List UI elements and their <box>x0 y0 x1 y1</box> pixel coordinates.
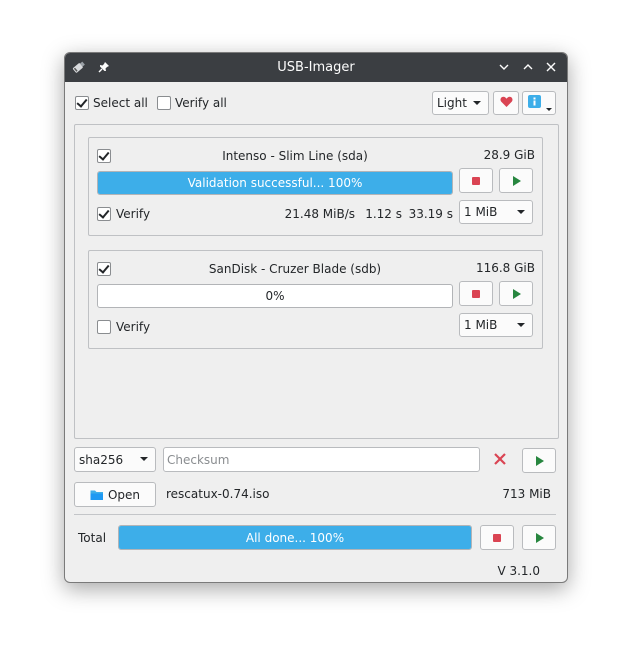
checksum-input[interactable] <box>163 447 480 472</box>
file-name: rescatux-0.74.iso <box>166 487 270 501</box>
chevron-down-icon <box>517 323 525 327</box>
device-write-button[interactable] <box>499 168 533 193</box>
device-block-size-select[interactable]: 1 MiB <box>459 313 533 337</box>
close-icon[interactable] <box>543 59 559 75</box>
verify-all-label: Verify all <box>175 96 227 110</box>
checksum-algorithm-select[interactable]: sha256 <box>74 447 156 472</box>
device-name: SanDisk - Cruzer Blade (sdb) <box>208 262 382 276</box>
total-stop-button[interactable] <box>480 525 514 550</box>
info-icon <box>528 95 541 111</box>
select-all-label: Select all <box>93 96 148 110</box>
clear-checksum-icon[interactable] <box>493 452 507 469</box>
theme-select[interactable]: Light <box>432 91 489 115</box>
device-verify-label: Verify <box>116 320 151 334</box>
device-stop-button[interactable] <box>459 168 493 193</box>
open-file-label: Open <box>107 487 141 502</box>
separator <box>74 514 556 515</box>
title-bar: USB-Imager <box>65 53 567 82</box>
donate-button[interactable] <box>493 91 519 115</box>
total-progress-bar: All done... 100% <box>118 525 472 550</box>
play-icon <box>536 455 544 466</box>
window-title: USB-Imager <box>277 60 355 75</box>
select-all-checkbox[interactable] <box>75 96 89 110</box>
device-verify-checkbox[interactable] <box>97 207 111 221</box>
device-size: 116.8 GiB <box>475 261 535 275</box>
device-total-time: 33.19 s <box>408 207 453 221</box>
stop-icon <box>472 289 480 298</box>
stop-icon <box>493 533 501 542</box>
device-checkbox[interactable] <box>97 262 111 276</box>
file-size: 713 MiB <box>502 487 551 501</box>
device-verify-checkbox[interactable] <box>97 320 111 334</box>
dropdown-arrow-icon <box>546 108 552 111</box>
chevron-down-icon <box>140 457 148 461</box>
app-window: USB-Imager Select all Verify all Light I… <box>64 52 568 583</box>
play-icon <box>536 532 544 543</box>
device-write-button[interactable] <box>499 281 533 306</box>
checksum-algorithm-value: sha256 <box>79 452 124 467</box>
device-progress-text: 0% <box>265 289 285 303</box>
device-elapsed-time: 1.12 s <box>365 207 402 221</box>
folder-icon <box>90 489 104 501</box>
chevron-down-icon <box>473 101 481 105</box>
device-name: Intenso - Slim Line (sda) <box>222 149 368 163</box>
device-size: 28.9 GiB <box>483 148 535 162</box>
play-icon <box>513 288 521 299</box>
minimize-icon[interactable] <box>496 59 512 75</box>
total-write-button[interactable] <box>522 525 556 550</box>
device-block-size-select[interactable]: 1 MiB <box>459 200 533 224</box>
maximize-icon[interactable] <box>520 59 536 75</box>
stop-icon <box>472 176 480 185</box>
device-progress-bar: Validation successful... 100% <box>97 171 453 195</box>
verify-all-checkbox[interactable] <box>157 96 171 110</box>
verify-checksum-button[interactable] <box>522 448 556 473</box>
device-checkbox[interactable] <box>97 149 111 163</box>
total-progress-text: All done... 100% <box>245 530 345 545</box>
device-speed: 21.48 MiB/s <box>284 207 355 221</box>
play-icon <box>513 175 521 186</box>
about-button[interactable] <box>522 91 556 115</box>
device-progress-bar: 0% <box>97 284 453 308</box>
open-file-button[interactable]: Open <box>74 482 156 507</box>
device-stop-button[interactable] <box>459 281 493 306</box>
total-label: Total <box>78 531 107 545</box>
device-verify-label: Verify <box>116 207 151 221</box>
theme-select-value: Light <box>437 96 467 110</box>
heart-icon <box>500 96 513 111</box>
chevron-down-icon <box>517 210 525 214</box>
device-block-size-value: 1 MiB <box>464 318 498 332</box>
version-label: V 3.1.0 <box>497 564 540 578</box>
device-block-size-value: 1 MiB <box>464 205 498 219</box>
device-progress-text: Validation successful... 100% <box>187 176 363 190</box>
